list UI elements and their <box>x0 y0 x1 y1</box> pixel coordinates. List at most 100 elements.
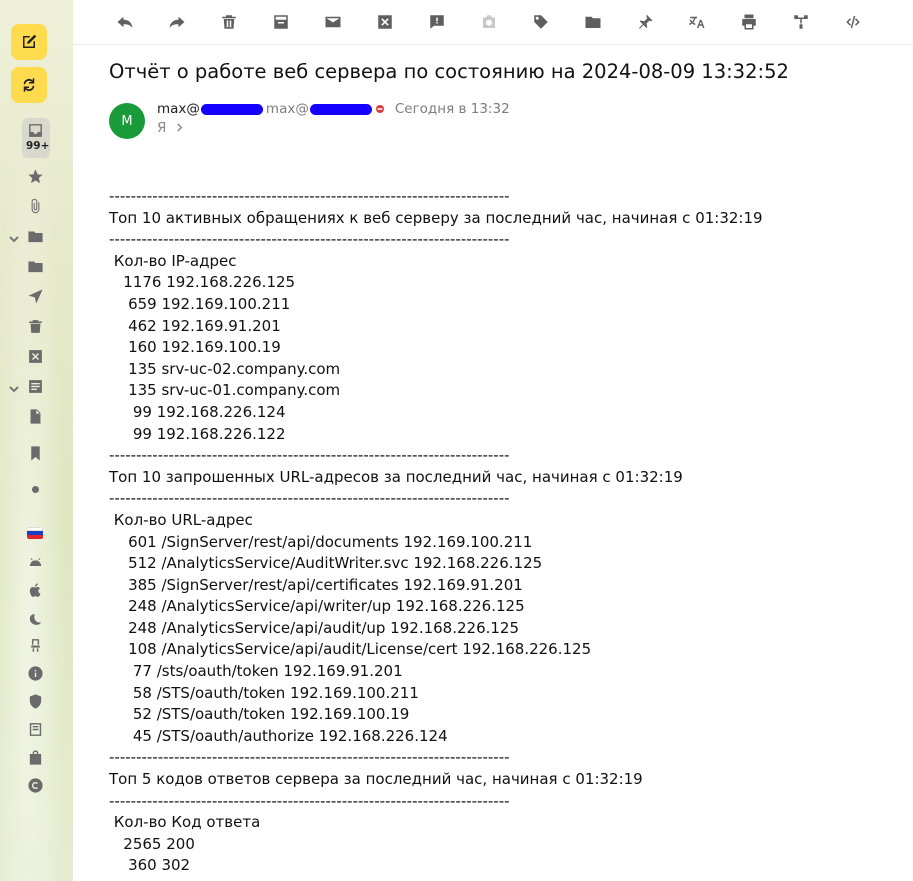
folder-group[interactable] <box>23 224 47 248</box>
newsletters-folder[interactable] <box>23 374 47 398</box>
labels-collapse-toggle[interactable] <box>8 380 20 393</box>
body-line: 512 /AnalyticsService/AuditWriter.svc 19… <box>109 554 543 573</box>
snooze-button[interactable] <box>478 11 500 33</box>
body-line: 135 srv-uc-02.company.com <box>109 359 341 378</box>
body-line: 135 srv-uc-01.company.com <box>109 381 341 400</box>
compose-icon <box>23 34 37 48</box>
pin-button[interactable] <box>634 11 656 33</box>
moon-icon <box>29 613 41 625</box>
message-subject: Отчёт о работе веб сервера по состоянию … <box>109 60 789 83</box>
thread-button[interactable] <box>790 11 812 33</box>
redacted-sender-email <box>309 103 372 115</box>
pin-icon <box>639 14 653 29</box>
refresh-icon <box>23 78 35 92</box>
sent-folder[interactable] <box>23 284 47 308</box>
move-to-folder-button[interactable] <box>582 11 604 33</box>
delete-button[interactable] <box>218 11 240 33</box>
drafts-folder[interactable] <box>23 404 47 428</box>
body-line: 659 192.169.100.211 <box>109 294 291 313</box>
print-icon <box>742 14 756 30</box>
night-mode-link[interactable] <box>23 605 47 629</box>
view-source-button[interactable] <box>842 11 864 33</box>
refresh-button[interactable] <box>11 67 47 103</box>
body-line: 2565 200 <box>109 834 195 853</box>
body-line: ----------------------------------------… <box>109 791 510 810</box>
inbox-folder[interactable] <box>23 118 47 142</box>
message-date: Сегодня в 13:32 <box>394 101 510 117</box>
send-icon <box>27 288 43 304</box>
paperclip-icon <box>31 198 39 213</box>
copyright-link[interactable] <box>23 773 47 797</box>
forward-button[interactable] <box>166 11 188 33</box>
body-line: Кол-во URL-адрес <box>109 510 253 529</box>
translate-icon <box>689 16 705 28</box>
bookmark-icon <box>30 445 40 461</box>
reply-button[interactable] <box>114 11 136 33</box>
archive-icon <box>274 15 288 29</box>
label-button[interactable] <box>530 11 552 33</box>
bookmarks-folder[interactable] <box>23 441 47 465</box>
spam-icon <box>378 15 392 29</box>
copyright-icon <box>27 777 43 793</box>
sender-avatar[interactable]: M <box>109 103 145 139</box>
trash-icon <box>28 319 42 333</box>
apple-app-link[interactable] <box>23 578 47 602</box>
reminder-icon <box>430 15 444 29</box>
accessibility-link[interactable] <box>23 633 47 657</box>
dot-item[interactable] <box>23 477 47 501</box>
russia-flag-icon[interactable] <box>27 527 43 539</box>
subfolder[interactable] <box>23 254 47 278</box>
chevron-right-icon <box>176 123 183 132</box>
delete-icon <box>222 15 236 29</box>
sender-name[interactable]: max@ <box>157 101 200 117</box>
apple-icon <box>29 582 40 597</box>
notes-link[interactable] <box>23 717 47 741</box>
print-button[interactable] <box>738 11 760 33</box>
mark-read-icon <box>325 16 341 28</box>
attachments-folder[interactable] <box>23 194 47 218</box>
body-line: Топ 10 активных обращениях к веб серверу… <box>109 208 763 227</box>
body-line: 248 /AnalyticsService/api/audit/up 192.1… <box>109 618 520 637</box>
translate-button[interactable] <box>686 11 708 33</box>
compose-button[interactable] <box>11 24 47 60</box>
info-link[interactable] <box>23 661 47 685</box>
spam-icon <box>28 349 42 363</box>
folder-icon <box>27 231 43 242</box>
external-sender-icon <box>375 105 384 113</box>
body-line: ----------------------------------------… <box>109 230 510 249</box>
flag-stripe-red <box>27 535 43 539</box>
android-app-link[interactable] <box>23 550 47 574</box>
source-code-icon <box>846 16 860 28</box>
message-toolbar <box>73 0 913 45</box>
reminder-button[interactable] <box>426 11 448 33</box>
body-line: Топ 10 запрошенных URL-адресов за послед… <box>109 467 683 486</box>
message-body: ----------------------------------------… <box>109 186 763 877</box>
security-link[interactable] <box>23 689 47 713</box>
archive-button[interactable] <box>270 11 292 33</box>
recipient-line[interactable]: Я <box>157 120 184 136</box>
trash-folder[interactable] <box>23 314 47 338</box>
mark-read-button[interactable] <box>322 11 344 33</box>
body-line: 385 /SignServer/rest/api/certificates 19… <box>109 575 523 594</box>
note-icon <box>29 722 41 736</box>
body-line: 601 /SignServer/rest/api/documents 192.1… <box>109 532 533 551</box>
body-line: 45 /STS/oauth/authorize 192.168.226.124 <box>109 726 448 745</box>
shield-icon <box>29 693 41 709</box>
sender-email[interactable]: max@ <box>266 101 309 117</box>
body-line: 99 192.168.226.122 <box>109 424 286 443</box>
document-icon <box>30 408 40 424</box>
sender-line: max@ max@ Сегодня в 13:32 <box>157 101 510 117</box>
dot-icon <box>31 485 39 493</box>
starred-folder[interactable] <box>23 164 47 188</box>
body-line: 160 192.169.100.19 <box>109 338 281 357</box>
spam-button[interactable] <box>374 11 396 33</box>
body-line: 108 /AnalyticsService/api/audit/License/… <box>109 640 592 659</box>
forward-icon <box>169 16 185 28</box>
folders-collapse-toggle[interactable] <box>8 230 20 243</box>
shopping-link[interactable] <box>23 745 47 769</box>
spam-folder[interactable] <box>23 344 47 368</box>
inbox-unread-badge: 99+ <box>26 140 50 152</box>
body-line: 99 192.168.226.124 <box>109 402 286 421</box>
body-line: 462 192.169.91.201 <box>109 316 281 335</box>
body-line: Кол-во Код ответа <box>109 813 261 832</box>
